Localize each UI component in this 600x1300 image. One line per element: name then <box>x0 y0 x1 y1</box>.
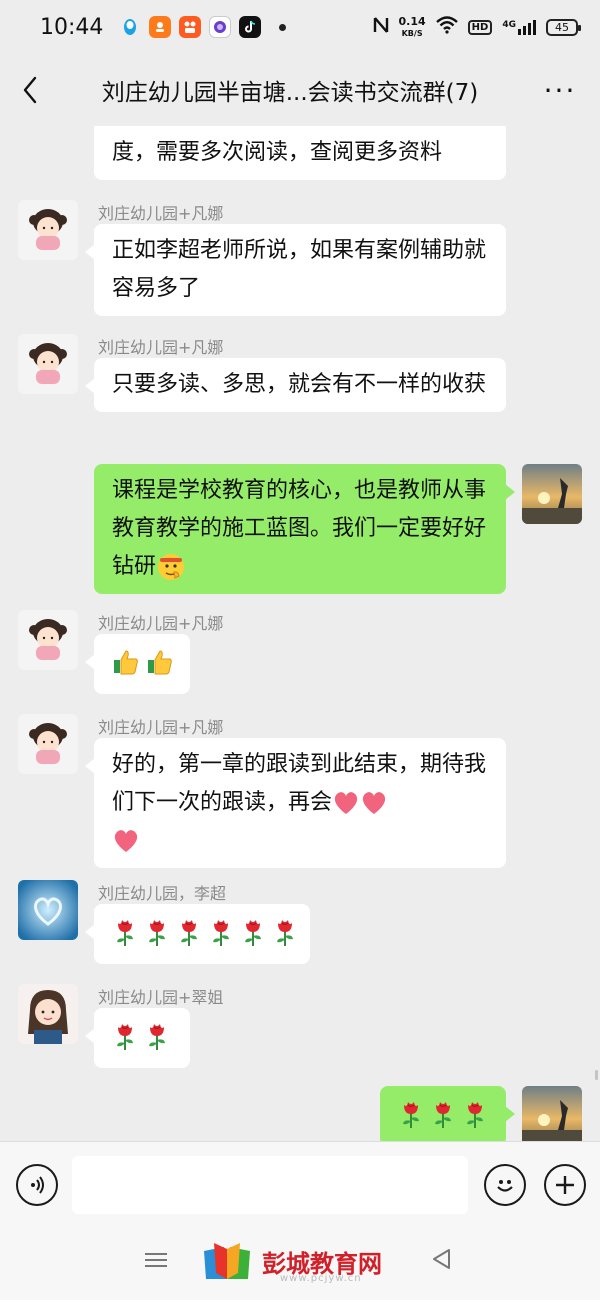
heart-emoji <box>362 792 386 814</box>
sender-name: 刘庄幼儿园+凡娜 <box>98 338 224 357</box>
sender-name: 刘庄幼儿园+凡娜 <box>98 204 224 223</box>
kuaishou-icon <box>179 16 202 38</box>
status-right: 0.14 KB/S HD 4G 45 <box>373 16 581 39</box>
thumbs-up-emoji <box>146 648 174 676</box>
signal-icon: 4G <box>502 19 536 35</box>
avatar-fanna[interactable] <box>18 334 78 394</box>
heart-emoji <box>114 830 138 852</box>
scrollbar[interactable] <box>595 1070 598 1080</box>
avatar-fanna[interactable] <box>18 714 78 774</box>
message-bubble[interactable]: 好的，第一章的跟读到此结束，期待我们下一次的跟读，再会 <box>85 738 506 868</box>
rose-emoji <box>176 917 202 947</box>
net-speed-value: 0.14 <box>398 14 426 28</box>
message-text: 好的，第一章的跟读到此结束，期待我们下一次的跟读，再会 <box>112 752 487 815</box>
rose-emoji <box>144 1021 170 1051</box>
avatar-lichao[interactable] <box>18 880 78 940</box>
network-type: 4G <box>502 19 516 30</box>
rose-emoji <box>112 917 138 947</box>
voice-button[interactable] <box>16 1164 58 1206</box>
more-functions-button[interactable] <box>544 1164 586 1206</box>
avatar-cuijie[interactable] <box>18 984 78 1044</box>
wifi-icon <box>435 16 458 38</box>
triangle-back-icon <box>433 1249 450 1269</box>
chat-title: 刘庄幼儿园半亩塘...会读书交流群(7) <box>101 80 479 106</box>
avatar-fanna[interactable] <box>18 200 78 260</box>
message-bubble[interactable] <box>85 1008 190 1068</box>
emoji-row <box>112 642 172 682</box>
emoji-row <box>112 1016 172 1056</box>
system-back-button[interactable] <box>430 1247 452 1275</box>
message-text: 只要多读、多思，就会有不一样的收获 <box>112 372 487 397</box>
avatar-self[interactable] <box>522 464 582 524</box>
rose-emoji <box>240 917 266 947</box>
back-button[interactable] <box>0 54 60 126</box>
rose-emoji <box>430 1099 456 1129</box>
rose-emoji <box>398 1099 424 1129</box>
plus-icon <box>556 1176 574 1194</box>
heart-emoji <box>334 792 358 814</box>
avatar-fanna[interactable] <box>18 610 78 670</box>
more-notifications-dot <box>279 23 287 31</box>
message-bubble-self[interactable]: 课程是学校教育的核心，也是教师从事教育教学的施工蓝图。我们一定要好好钻研 <box>94 464 515 594</box>
input-bar <box>0 1141 600 1229</box>
avatar-self[interactable] <box>522 1086 582 1141</box>
watermark-url: www.pcjyw.cn <box>280 1273 362 1284</box>
battery-level: 45 <box>555 20 569 34</box>
battery-icon: 45 <box>546 18 581 36</box>
message-bubble-self[interactable] <box>380 1086 515 1141</box>
smiley-icon <box>497 1180 513 1192</box>
sender-name: 刘庄幼儿园+凡娜 <box>98 718 224 737</box>
voice-icon <box>31 1176 44 1194</box>
rose-emoji <box>144 917 170 947</box>
tiktok-icon <box>239 16 262 38</box>
qq-icon <box>119 16 141 38</box>
message-text: 度，需要多次阅读，查阅更多资料 <box>112 140 443 165</box>
emoji-row <box>112 912 293 952</box>
sender-name: 刘庄幼儿园，李超 <box>98 884 227 903</box>
rose-emoji <box>208 917 234 947</box>
rose-emoji <box>462 1099 488 1129</box>
net-speed-unit: KB/S <box>401 28 423 38</box>
thumbs-up-emoji <box>112 648 140 676</box>
chat-header: 刘庄幼儿园半亩塘...会读书交流群(7) ··· <box>0 54 600 126</box>
sender-name: 刘庄幼儿园+翠姐 <box>98 988 224 1007</box>
rose-emoji <box>272 917 298 947</box>
nfc-icon <box>373 16 389 38</box>
message-text: 正如李超老师所说，如果有案例辅助就容易多了 <box>112 238 487 301</box>
message-input[interactable] <box>72 1156 468 1214</box>
notification-icons <box>119 16 287 38</box>
thinking-face-emoji <box>156 552 186 582</box>
message-bubble[interactable] <box>85 904 310 964</box>
recent-apps-button[interactable] <box>145 1249 167 1271</box>
hd-badge: HD <box>467 19 493 35</box>
chevron-left-icon <box>23 76 37 104</box>
sender-name: 刘庄幼儿园+凡娜 <box>98 614 224 633</box>
emoji-button[interactable] <box>484 1164 526 1206</box>
book-logo-icon <box>204 1243 250 1279</box>
message-bubble[interactable]: 正如李超老师所说，如果有案例辅助就容易多了 <box>85 224 506 316</box>
taobao-icon <box>149 16 172 38</box>
system-nav-bar: 彭城教育网 www.pcjyw.cn <box>0 1229 600 1300</box>
message-bubble[interactable]: 定的，理论性的东西理解起来有难 度，需要多次阅读，查阅更多资料 <box>94 126 506 180</box>
emoji-row <box>398 1094 488 1134</box>
chat-messages[interactable]: 定的，理论性的东西理解起来有难 度，需要多次阅读，查阅更多资料 刘庄幼儿园+凡娜… <box>0 126 600 1141</box>
net-speed: 0.14 KB/S <box>399 16 426 39</box>
rose-emoji <box>112 1021 138 1051</box>
message-bubble[interactable]: 只要多读、多思，就会有不一样的收获 <box>85 358 506 412</box>
purple-app-icon <box>209 16 232 38</box>
more-options-button[interactable]: ··· <box>520 54 600 126</box>
clock: 10:44 <box>40 14 104 40</box>
message-bubble[interactable] <box>85 634 190 694</box>
status-bar: 10:44 0.14 KB/S HD 4G 45 <box>0 0 600 54</box>
